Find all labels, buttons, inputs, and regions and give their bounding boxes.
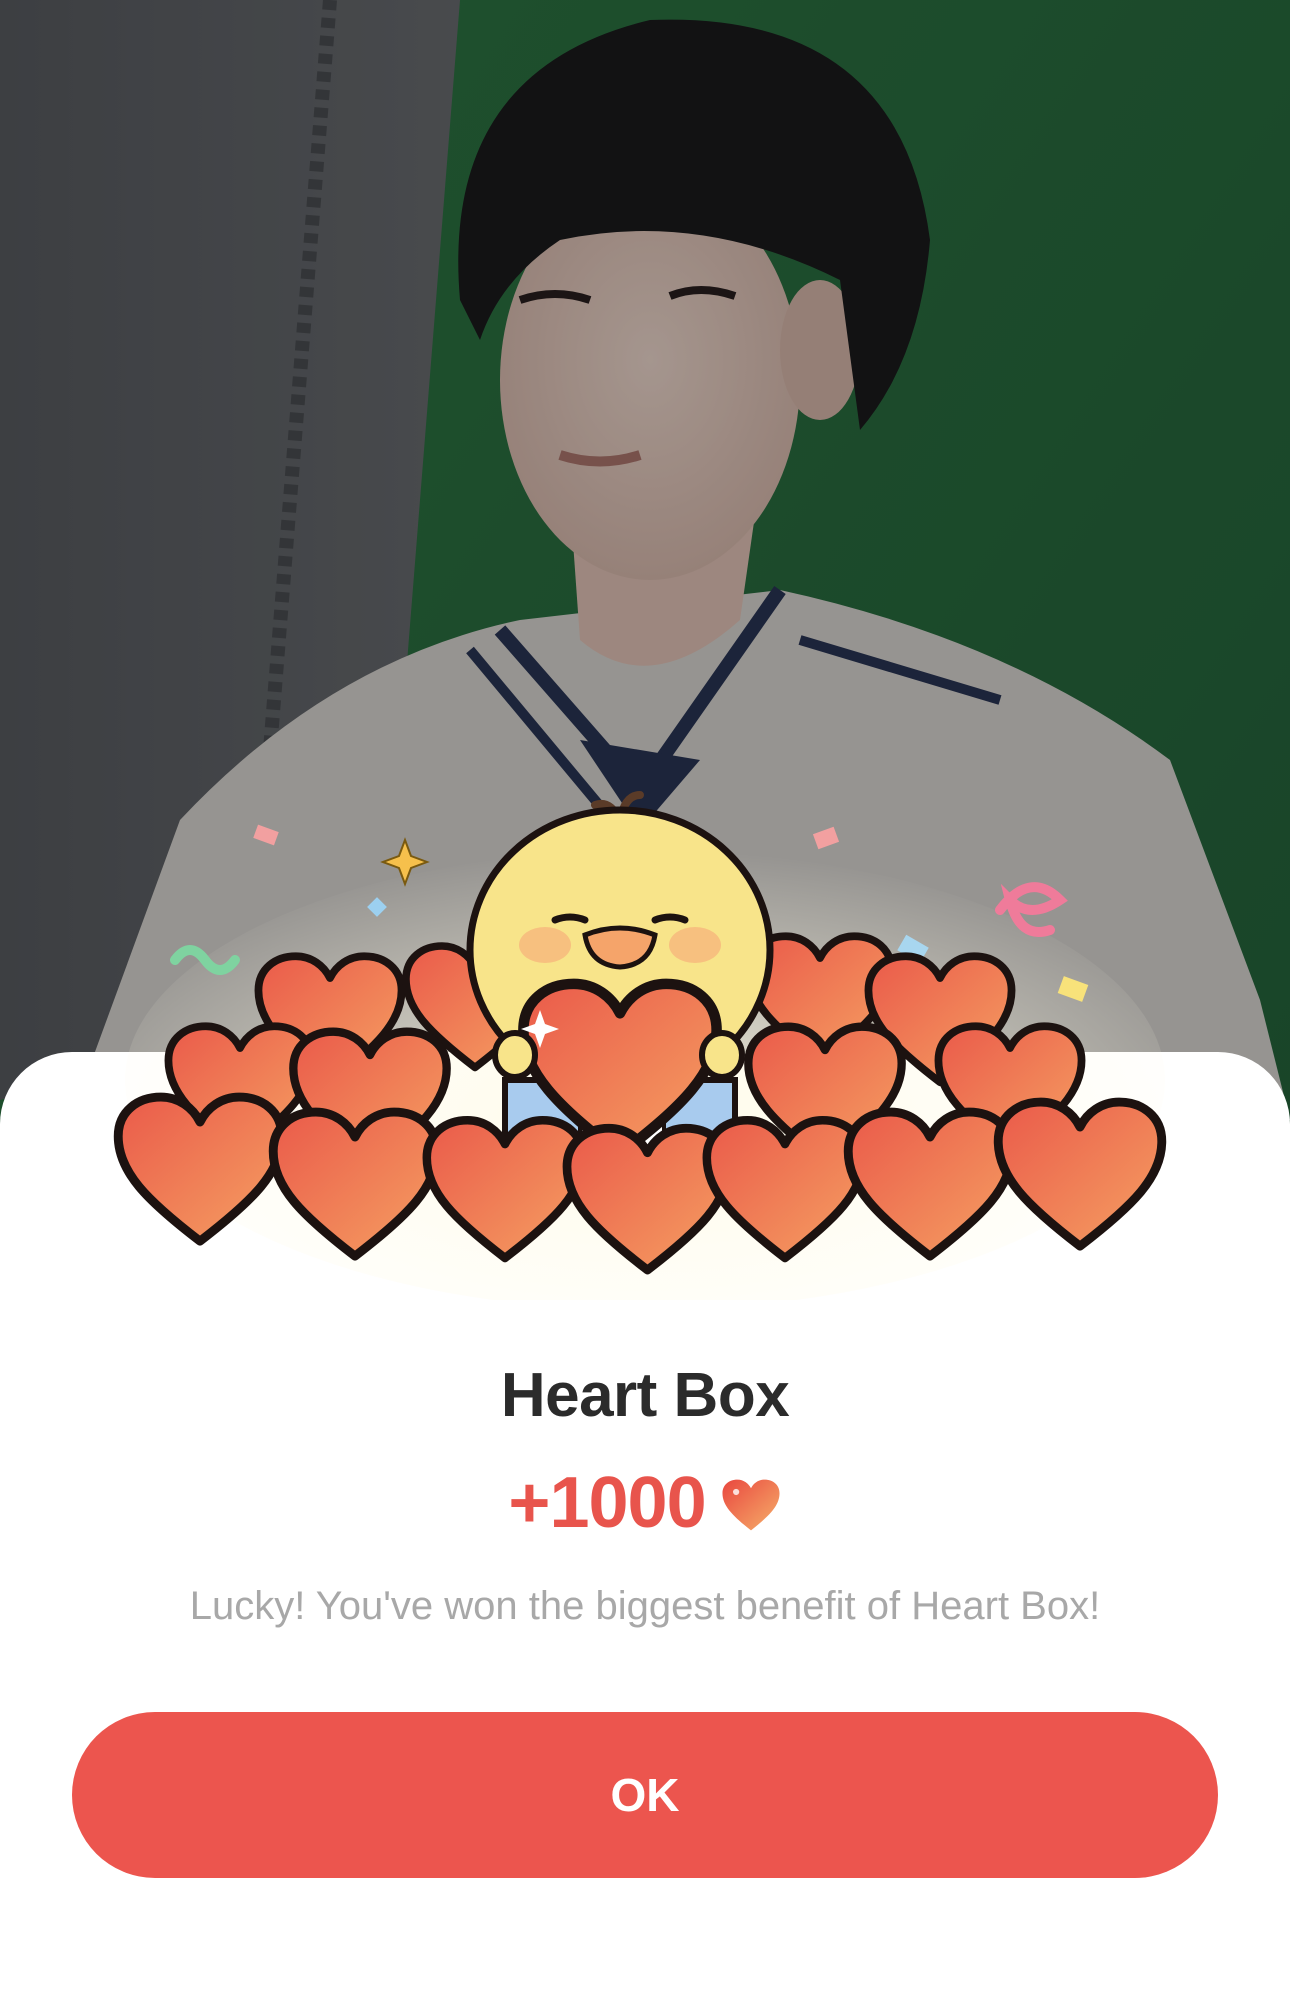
ok-button[interactable]: OK [72, 1712, 1218, 1878]
heart-icon [720, 1472, 782, 1534]
heart-box-illustration [100, 780, 1190, 1310]
reward-message: Lucky! You've won the biggest benefit of… [189, 1584, 1101, 1628]
reward-row: +1000 [0, 1462, 1290, 1544]
dialog-title: Heart Box [500, 1361, 790, 1430]
reward-amount: +1000 [508, 1463, 706, 1543]
